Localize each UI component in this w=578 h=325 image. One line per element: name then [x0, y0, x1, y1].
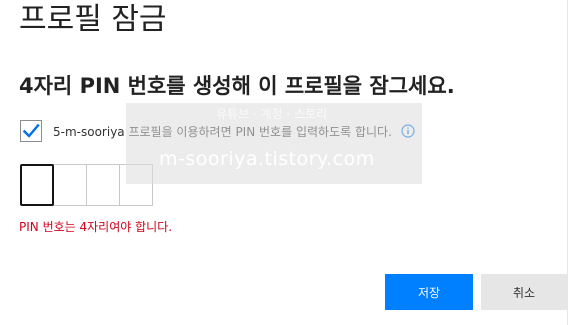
pin-digit-3[interactable] [86, 164, 120, 206]
lock-option-row: 5-m-sooriya 프로필을 이용하려면 PIN 번호를 입력하도록 합니다… [20, 119, 415, 143]
checkmark-icon [22, 123, 40, 138]
watermark-url: m-sooriya.tistory.com [159, 148, 375, 170]
lock-profile-label: 5-m-sooriya 프로필을 이용하려면 PIN 번호를 입력하도록 합니다… [53, 124, 392, 139]
pin-digit-2[interactable] [53, 164, 87, 206]
pin-input-group [20, 164, 153, 206]
watermark-overlay: 유튜브 · 계정 · 스토리 m-sooriya.tistory.com [126, 103, 422, 184]
pin-digit-1[interactable] [20, 164, 54, 206]
page-title: 프로필 잠금 [19, 2, 167, 37]
lock-profile-checkbox[interactable] [20, 120, 42, 142]
save-button[interactable]: 저장 [385, 274, 473, 310]
info-icon[interactable] [401, 124, 415, 138]
page-subtitle: 4자리 PIN 번호를 생성해 이 프로필을 잠그세요. [19, 74, 455, 98]
pin-digit-4[interactable] [119, 164, 153, 206]
panel-divider [567, 0, 568, 325]
pin-error-message: PIN 번호는 4자리여야 합니다. [19, 220, 173, 234]
cancel-button[interactable]: 취소 [481, 274, 567, 310]
